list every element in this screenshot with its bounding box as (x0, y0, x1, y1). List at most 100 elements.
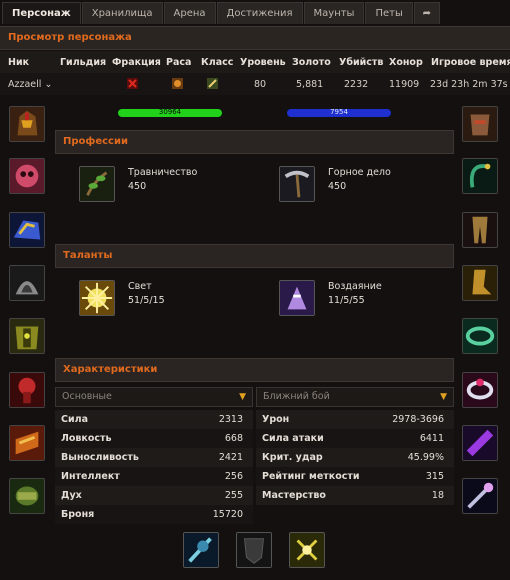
stat-row: Ловкость 668 (55, 429, 253, 448)
melee-stats-dropdown[interactable]: Ближний бой ▼ (256, 387, 454, 407)
horde-faction-icon (127, 78, 138, 92)
off-hand-slot-icon[interactable] (236, 532, 272, 568)
stat-name: Интеллект (61, 471, 120, 482)
professions-header: Профессии (55, 130, 454, 154)
holy-light-icon (79, 280, 115, 316)
stat-row: Броня 15720 (55, 505, 253, 524)
talent-name: Воздаяние (328, 281, 382, 292)
stat-row: Рейтинг меткости 315 (256, 467, 454, 486)
tab-arena[interactable]: Арена (163, 2, 216, 24)
tab-storage[interactable]: Хранилища (81, 2, 163, 24)
chevron-down-icon: ▼ (239, 392, 246, 402)
character-row: Azzaell ⌄ 80 5,881 2232 11909 23d 23h 2m… (0, 73, 510, 95)
stat-value: 668 (224, 433, 243, 444)
mana-value: 7954 (330, 108, 348, 116)
gold-value: 5,881 (296, 78, 324, 90)
share-icon[interactable]: ➦ (413, 2, 440, 24)
chest-slot-icon[interactable] (9, 318, 45, 354)
waist-slot-icon[interactable] (462, 158, 498, 194)
col-name: Ник (8, 56, 30, 68)
tab-mounts[interactable]: Маунты (303, 2, 365, 24)
panel-title: Просмотр персонажа (0, 26, 510, 50)
stat-name: Мастерство (262, 490, 326, 501)
base-stats-dropdown[interactable]: Основные ▼ (55, 387, 253, 407)
stat-row: Урон 2978-3696 (256, 410, 454, 429)
profession-value: 450 (128, 181, 147, 192)
profession-name: Горное дело (328, 167, 391, 178)
stat-row: Дух 255 (55, 486, 253, 505)
characteristics-header: Характеристики (55, 358, 454, 382)
tab-pets[interactable]: Петы (365, 2, 413, 24)
stat-row: Крит. удар 45.99% (256, 448, 454, 467)
tabard-slot-icon[interactable] (9, 425, 45, 461)
stat-value: 6411 (419, 433, 444, 444)
ring-2-slot-icon[interactable] (462, 372, 498, 408)
ring-slot-icon[interactable] (462, 318, 498, 354)
stat-value: 2313 (218, 414, 243, 425)
trinket-slot-icon[interactable] (462, 425, 498, 461)
chevron-down-icon: ▼ (440, 392, 447, 402)
profession-value: 450 (328, 181, 347, 192)
health-bar: 30964 (117, 108, 223, 118)
talent-value: 51/5/15 (128, 295, 165, 306)
col-kills: Убийств (339, 56, 384, 68)
head-slot-icon[interactable] (9, 106, 45, 142)
col-guild: Гильдия (60, 56, 107, 68)
col-race: Раса (166, 56, 192, 68)
col-level: Уровень (240, 56, 286, 68)
kills-value: 2232 (344, 78, 369, 90)
paladin-class-icon (207, 78, 218, 92)
level-value: 80 (254, 78, 267, 90)
mining-icon (279, 166, 315, 202)
character-name-dropdown[interactable]: Azzaell ⌄ (8, 79, 52, 90)
legs-slot-icon[interactable] (462, 212, 498, 248)
playtime-value: 23d 23h 2m 37s (430, 78, 508, 90)
stat-name: Броня (61, 509, 95, 520)
main-hand-slot-icon[interactable] (183, 532, 219, 568)
dropdown-value: Основные (62, 391, 112, 402)
trinket-2-slot-icon[interactable] (462, 478, 498, 514)
stat-name: Урон (262, 414, 290, 425)
tab-bar: Персонаж Хранилища Арена Достижения Маун… (0, 0, 510, 24)
stat-row: Сила атаки 6411 (256, 429, 454, 448)
tab-achievements[interactable]: Достижения (216, 2, 303, 24)
back-slot-icon[interactable] (9, 265, 45, 301)
race-icon (172, 78, 183, 92)
wrist-slot-icon[interactable] (9, 478, 45, 514)
character-table-header: Ник Гильдия Фракция Раса Класс Уровень З… (0, 51, 510, 73)
col-playtime: Игровое время (431, 56, 510, 68)
hands-slot-icon[interactable] (462, 106, 498, 142)
honor-value: 11909 (389, 78, 420, 90)
stat-name: Сила атаки (262, 433, 324, 444)
retribution-icon (279, 280, 315, 316)
stat-name: Сила (61, 414, 88, 425)
talent-value: 11/5/55 (328, 295, 365, 306)
col-honor: Хонор (389, 56, 423, 68)
chevron-down-icon: ⌄ (44, 78, 53, 90)
relic-slot-icon[interactable] (289, 532, 325, 568)
stat-row: Интеллект 256 (55, 467, 253, 486)
stat-value: 256 (224, 471, 243, 482)
feet-slot-icon[interactable] (462, 265, 498, 301)
tab-character[interactable]: Персонаж (2, 2, 81, 24)
stat-name: Крит. удар (262, 452, 323, 463)
stat-name: Выносливость (61, 452, 139, 463)
col-class: Класс (201, 56, 234, 68)
mana-bar: 7954 (286, 108, 392, 118)
stat-row: Сила 2313 (55, 410, 253, 429)
profession-name: Травничество (128, 167, 198, 178)
stat-name: Рейтинг меткости (262, 471, 360, 482)
health-value: 30964 (158, 108, 182, 116)
stat-row: Мастерство 18 (256, 486, 454, 505)
talent-name: Свет (128, 281, 152, 292)
stat-value: 255 (224, 490, 243, 501)
stat-name: Дух (61, 490, 82, 501)
shoulder-slot-icon[interactable] (9, 212, 45, 248)
stat-value: 315 (425, 471, 444, 482)
stat-value: 45.99% (407, 452, 444, 463)
col-faction: Фракция (112, 56, 161, 68)
col-gold: Золото (292, 56, 331, 68)
stat-value: 2978-3696 (392, 414, 444, 425)
shirt-slot-icon[interactable] (9, 372, 45, 408)
neck-slot-icon[interactable] (9, 158, 45, 194)
